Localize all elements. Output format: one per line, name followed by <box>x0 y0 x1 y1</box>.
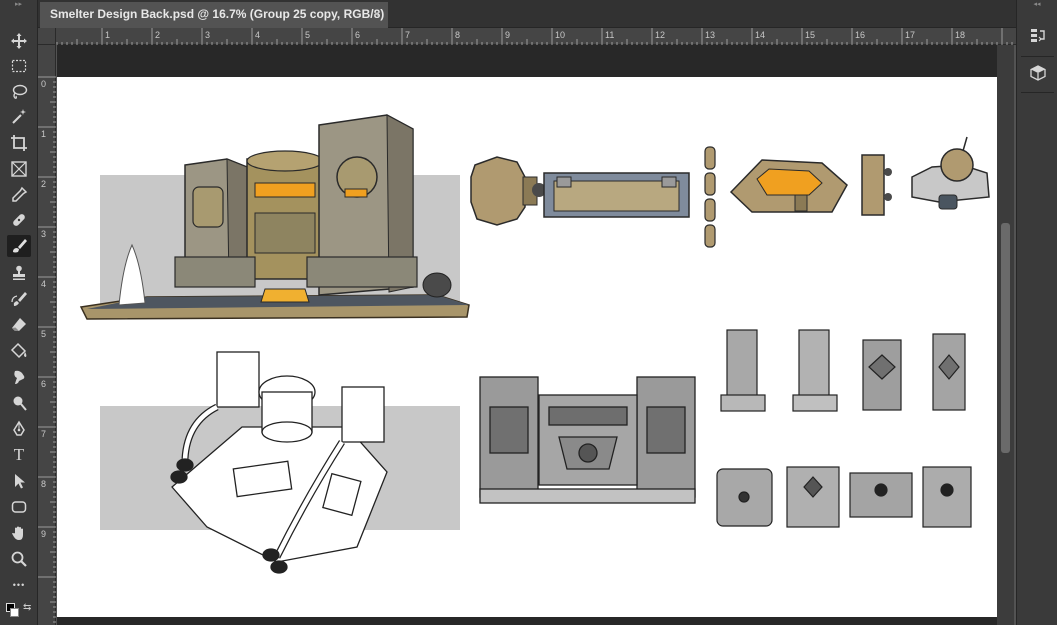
ruler-label: 3 <box>41 229 46 239</box>
prop-grate-panel <box>543 172 690 218</box>
component-block-3 <box>849 472 913 518</box>
cube-icon[interactable] <box>1026 62 1050 84</box>
smelter-front-elevation <box>479 376 696 504</box>
ruler-label: 12 <box>655 30 665 40</box>
more-tools-glyph: ••• <box>12 580 26 590</box>
vertical-scrollbar[interactable] <box>997 45 1014 625</box>
ruler-label: 5 <box>305 30 310 40</box>
vertical-ruler-ticks: 0 1 2 3 4 5 6 7 8 9 <box>38 76 56 623</box>
bandage-icon[interactable] <box>7 209 31 231</box>
component-tower-2 <box>792 329 838 412</box>
prop-lever <box>861 154 892 216</box>
hand-icon[interactable] <box>7 522 31 544</box>
paint-bucket-icon[interactable] <box>7 340 31 362</box>
ruler-label: 14 <box>755 30 765 40</box>
ruler-label: 18 <box>955 30 965 40</box>
swap-colors-icon[interactable]: ⇆ <box>23 602 31 613</box>
document-tab[interactable]: Smelter Design Back.psd @ 16.7% (Group 2… <box>40 2 388 45</box>
component-block-1 <box>716 468 773 527</box>
stamp-icon[interactable] <box>7 262 31 284</box>
ruler-label: 2 <box>41 179 46 189</box>
history-icon[interactable] <box>1026 24 1050 46</box>
panel-separator <box>1021 92 1054 93</box>
prop-gear <box>470 156 546 226</box>
crop-icon[interactable] <box>7 132 31 154</box>
rounded-rectangle-icon[interactable] <box>7 496 31 518</box>
ruler-label: 0 <box>41 79 46 89</box>
ruler-label: 1 <box>105 30 110 40</box>
background-color-swatch[interactable] <box>10 608 19 617</box>
lasso-icon[interactable] <box>7 81 31 103</box>
artwork <box>79 114 990 574</box>
ruler-label: 6 <box>355 30 360 40</box>
ruler-label: 15 <box>805 30 815 40</box>
horizontal-ruler[interactable]: 1 2 3 4 5 6 7 8 9 10 11 12 13 14 15 16 17 18 <box>56 28 1016 45</box>
ruler-origin[interactable] <box>38 28 56 45</box>
ruler-label: 8 <box>41 479 46 489</box>
ruler-label: 4 <box>41 279 46 289</box>
ruler-label: 8 <box>455 30 460 40</box>
panel-dock-grip[interactable]: ◂◂ <box>1017 0 1057 10</box>
tools-panel: ▸▸ T ••• ⇆ <box>0 0 38 625</box>
ruler-label: 7 <box>41 429 46 439</box>
ruler-label: 3 <box>205 30 210 40</box>
component-tower-4 <box>932 333 966 411</box>
prop-chain <box>704 146 716 248</box>
ruler-label: 1 <box>41 129 46 139</box>
vertical-ruler[interactable]: 0 1 2 3 4 5 6 7 8 9 <box>38 45 56 625</box>
ruler-label: 10 <box>555 30 565 40</box>
smudge-icon[interactable] <box>7 366 31 388</box>
component-block-4 <box>922 466 972 528</box>
ruler-label: 7 <box>405 30 410 40</box>
ruler-label: 17 <box>905 30 915 40</box>
ruler-label: 9 <box>505 30 510 40</box>
ruler-label: 9 <box>41 529 46 539</box>
smelter-line-art <box>170 351 388 574</box>
prop-mechanism <box>911 136 990 210</box>
component-tower-3 <box>862 339 902 411</box>
component-block-2 <box>786 466 840 528</box>
rectangle-marquee-icon[interactable] <box>7 55 31 77</box>
history-brush-icon[interactable] <box>7 288 31 310</box>
arrow-icon[interactable] <box>7 470 31 492</box>
horizontal-ruler-ticks: 1 2 3 4 5 6 7 8 9 10 11 12 13 14 15 16 17 18 <box>56 28 1013 45</box>
type-icon[interactable]: T <box>7 444 31 466</box>
frame-icon[interactable] <box>7 158 31 180</box>
ruler-label: 6 <box>41 379 46 389</box>
pen-icon[interactable] <box>7 418 31 440</box>
ruler-label: 13 <box>705 30 715 40</box>
ruler-label: 2 <box>155 30 160 40</box>
color-swatches[interactable]: ⇆ <box>4 600 34 622</box>
photoshop-window: ▸▸ T ••• ⇆ Smelter Design Back.psd @ 16.… <box>0 0 1057 625</box>
document-tab-bar: Smelter Design Back.psd @ 16.7% (Group 2… <box>38 0 1016 45</box>
close-icon[interactable]: × <box>373 2 380 26</box>
eraser-icon[interactable] <box>7 314 31 336</box>
brush-icon[interactable] <box>7 235 31 257</box>
canvas-workspace[interactable] <box>57 45 997 625</box>
zoom-icon[interactable] <box>7 548 31 570</box>
prop-glowing-brazier <box>729 159 848 213</box>
more-icon[interactable]: ••• <box>7 574 31 596</box>
component-tower-1 <box>720 329 766 412</box>
ruler-label: 16 <box>855 30 865 40</box>
move-icon[interactable] <box>7 30 31 52</box>
ruler-label: 4 <box>255 30 260 40</box>
dodge-icon[interactable] <box>7 392 31 414</box>
panel-dock: ◂◂ <box>1016 0 1057 625</box>
eyedropper-icon[interactable] <box>7 184 31 206</box>
document-canvas[interactable] <box>57 77 997 617</box>
ruler-label: 5 <box>41 329 46 339</box>
scrollbar-thumb[interactable] <box>1001 223 1010 453</box>
toolbar-grip[interactable]: ▸▸ <box>0 0 37 10</box>
ruler-label: 11 <box>605 30 614 40</box>
panel-separator <box>1021 56 1054 57</box>
magic-wand-icon[interactable] <box>7 106 31 128</box>
type-tool-glyph: T <box>13 445 25 464</box>
